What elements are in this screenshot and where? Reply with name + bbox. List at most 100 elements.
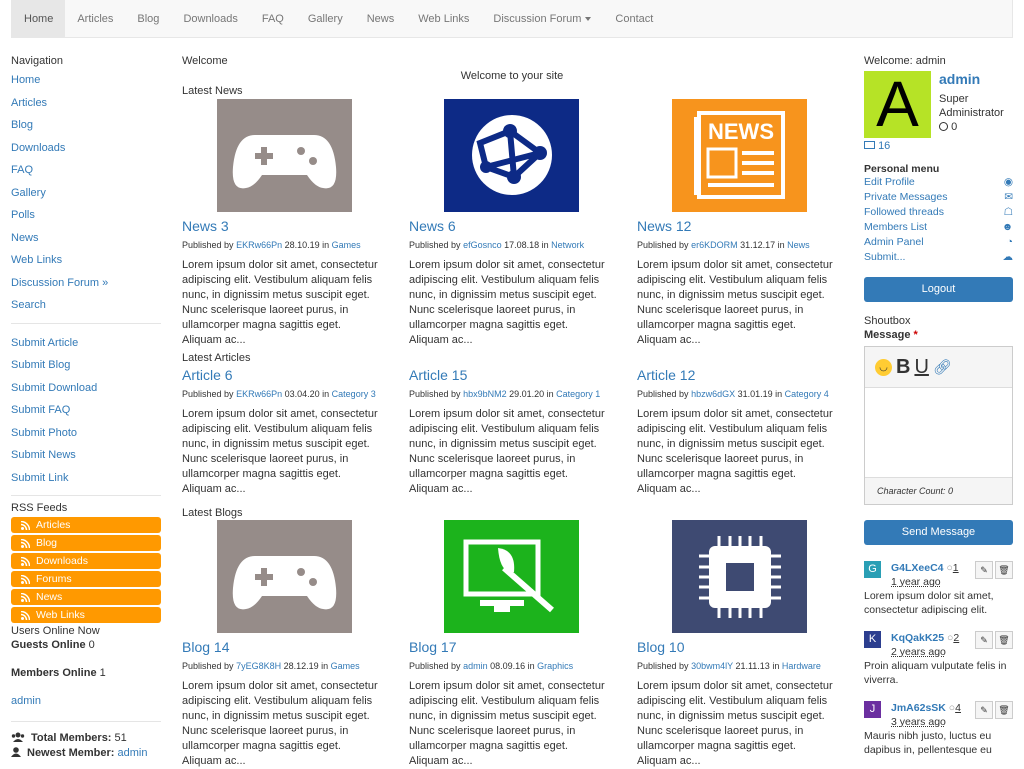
news-image[interactable] <box>217 99 352 212</box>
newest-member-link[interactable]: admin <box>117 747 147 759</box>
article-title[interactable]: Article 6 <box>182 367 382 383</box>
author-link[interactable]: EKRw66Pn <box>236 389 282 399</box>
category-link[interactable]: Category 1 <box>556 389 600 399</box>
logout-button[interactable]: Logout <box>864 277 1013 302</box>
rss-blog[interactable]: Blog <box>11 535 161 551</box>
edit-profile-link[interactable]: Edit Profile ◉ <box>864 175 1013 190</box>
shout-user-link[interactable]: G4LXeeC4 <box>891 562 944 574</box>
trash-icon[interactable]: 🗑︎ <box>995 561 1013 579</box>
nav-contact[interactable]: Contact <box>603 0 665 37</box>
blog-image[interactable] <box>217 520 352 633</box>
author-link[interactable]: admin <box>463 661 488 671</box>
nav-news[interactable]: News <box>355 0 407 37</box>
news-title[interactable]: News 6 <box>409 218 609 234</box>
submit-link[interactable]: Submit... ☁ <box>864 250 1013 265</box>
news-title[interactable]: News 12 <box>637 218 837 234</box>
sidebar-link-faq[interactable]: FAQ <box>11 159 161 182</box>
submit-link-link[interactable]: Submit Link <box>11 467 161 490</box>
bold-icon[interactable]: B <box>896 356 910 379</box>
message-label-text: Message <box>864 329 911 341</box>
sidebar-link-gallery[interactable]: Gallery <box>11 182 161 205</box>
sidebar-link-web-links[interactable]: Web Links <box>11 249 161 272</box>
shout-user-link[interactable]: KqQakK25 <box>891 632 944 644</box>
category-link[interactable]: Graphics <box>537 661 573 671</box>
nav-articles[interactable]: Articles <box>65 0 125 37</box>
rss-news[interactable]: News <box>11 589 161 605</box>
nav-blog[interactable]: Blog <box>125 0 171 37</box>
sidebar-link-news[interactable]: News <box>11 227 161 250</box>
sidebar-link-polls[interactable]: Polls <box>11 204 161 227</box>
rss-forums[interactable]: Forums <box>11 571 161 587</box>
online-member-link[interactable]: admin <box>11 695 161 707</box>
avatar[interactable]: J <box>864 701 881 718</box>
submit-blog-link[interactable]: Submit Blog <box>11 354 161 377</box>
nav-home[interactable]: Home <box>12 0 66 37</box>
news-image[interactable] <box>444 99 579 212</box>
underline-icon[interactable]: U <box>914 356 928 379</box>
nav-downloads[interactable]: Downloads <box>171 0 249 37</box>
nav-faq[interactable]: FAQ <box>250 0 296 37</box>
category-link[interactable]: Games <box>331 661 360 671</box>
blog-title[interactable]: Blog 14 <box>182 639 382 655</box>
shout-count: 2 <box>953 632 960 644</box>
smiley-icon[interactable]: ◡ <box>875 358 892 376</box>
edit-icon[interactable]: ✎ <box>975 561 993 579</box>
username-link[interactable]: admin <box>939 71 1013 87</box>
author-link[interactable]: 7yEG8K8H <box>236 661 281 671</box>
avatar[interactable]: A <box>864 71 931 138</box>
sidebar-link-forum[interactable]: Discussion Forum » <box>11 272 161 295</box>
category-link[interactable]: Network <box>551 240 584 250</box>
sidebar-link-home[interactable]: Home <box>11 69 161 92</box>
category-link[interactable]: Hardware <box>782 661 821 671</box>
article-title[interactable]: Article 15 <box>409 367 609 383</box>
nav-gallery[interactable]: Gallery <box>296 0 355 37</box>
submit-news-link[interactable]: Submit News <box>11 444 161 467</box>
rss-articles[interactable]: Articles <box>11 517 161 533</box>
send-message-button[interactable]: Send Message <box>864 520 1013 545</box>
edit-icon[interactable]: ✎ <box>975 701 993 719</box>
news-image[interactable]: NEWS <box>672 99 807 212</box>
author-link[interactable]: 30bwm4lY <box>691 661 733 671</box>
avatar[interactable]: G <box>864 561 881 578</box>
nav-web-links[interactable]: Web Links <box>406 0 481 37</box>
submit-download-link[interactable]: Submit Download <box>11 377 161 400</box>
sidebar-link-blog[interactable]: Blog <box>11 114 161 137</box>
author-link[interactable]: EKRw66Pn <box>236 240 282 250</box>
submit-photo-link[interactable]: Submit Photo <box>11 422 161 445</box>
blog-image[interactable] <box>672 520 807 633</box>
blog-title[interactable]: Blog 17 <box>409 639 609 655</box>
category-link[interactable]: Category 4 <box>785 389 829 399</box>
author-link[interactable]: er6KDORM <box>691 240 738 250</box>
article-title[interactable]: Article 12 <box>637 367 837 383</box>
submit-article-link[interactable]: Submit Article <box>11 332 161 355</box>
published-by-label: Published by <box>182 661 234 671</box>
category-link[interactable]: Category 3 <box>332 389 376 399</box>
link-icon[interactable]: 🔗︎ <box>933 358 952 376</box>
author-link[interactable]: hbx9bNM2 <box>463 389 507 399</box>
nav-discussion-forum[interactable]: Discussion Forum <box>481 0 603 37</box>
category-link[interactable]: Games <box>332 240 361 250</box>
news-title[interactable]: News 3 <box>182 218 382 234</box>
blog-title[interactable]: Blog 10 <box>637 639 837 655</box>
submit-faq-link[interactable]: Submit FAQ <box>11 399 161 422</box>
trash-icon[interactable]: 🗑︎ <box>995 701 1013 719</box>
sidebar-link-articles[interactable]: Articles <box>11 92 161 115</box>
author-link[interactable]: hbzw6dGX <box>691 389 735 399</box>
private-messages-link[interactable]: Private Messages ✉ <box>864 190 1013 205</box>
trash-icon[interactable]: 🗑︎ <box>995 631 1013 649</box>
rss-web-links[interactable]: Web Links <box>11 607 161 623</box>
shout-user-link[interactable]: JmA62sSK <box>891 702 946 714</box>
followed-threads-link[interactable]: Followed threads ☖ <box>864 205 1013 220</box>
edit-icon[interactable]: ✎ <box>975 631 993 649</box>
blog-image[interactable] <box>444 520 579 633</box>
category-link[interactable]: News <box>787 240 810 250</box>
rss-downloads[interactable]: Downloads <box>11 553 161 569</box>
admin-panel-link[interactable]: Admin Panel ◔ <box>864 235 1013 250</box>
author-link[interactable]: efGosnco <box>463 240 502 250</box>
sidebar-link-downloads[interactable]: Downloads <box>11 137 161 160</box>
avatar[interactable]: K <box>864 631 881 648</box>
sidebar-link-search[interactable]: Search <box>11 294 161 317</box>
messages-link[interactable]: 16 <box>864 138 1013 152</box>
members-list-link[interactable]: Members List ☻ <box>864 220 1013 235</box>
shout-textarea[interactable] <box>867 390 1011 474</box>
